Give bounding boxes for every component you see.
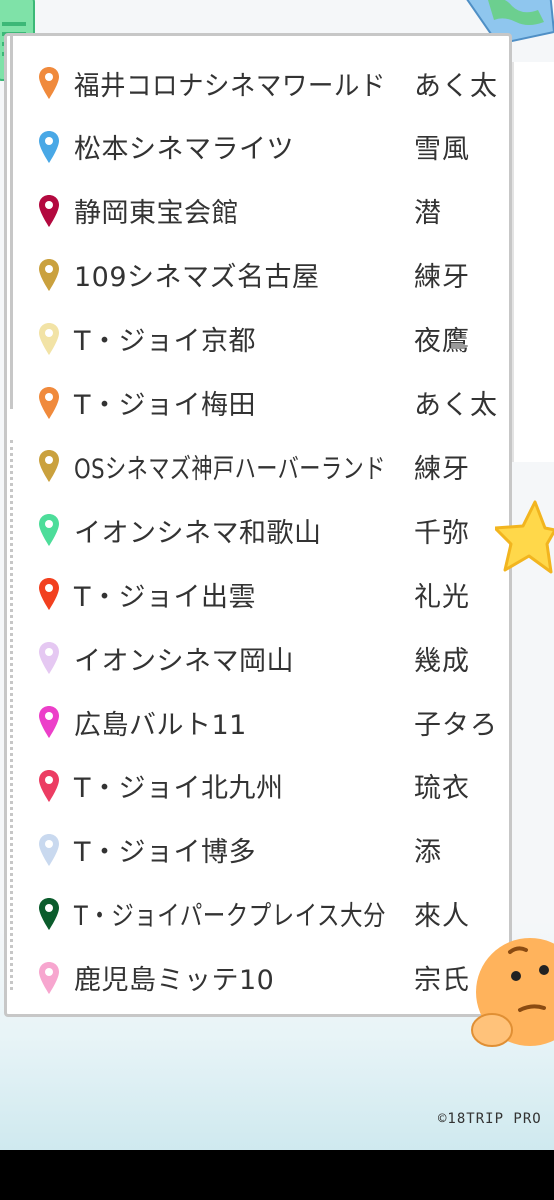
cast-name: 潜 bbox=[414, 198, 442, 230]
map-pin-icon bbox=[39, 961, 59, 994]
theater-name: 広島バルト11 bbox=[74, 709, 247, 741]
map-pin-icon bbox=[39, 642, 59, 675]
theater-name: OSシネマズ神戸ハーバーランド bbox=[74, 453, 386, 485]
list-item: T・ジョイ北九州 琉衣 bbox=[38, 766, 498, 806]
theater-name: T・ジョイパークプレイス大分 bbox=[74, 901, 386, 933]
list-item: イオンシネマ岡山 幾成 bbox=[38, 638, 498, 678]
list-item: 鹿児島ミッテ10 宗氏 bbox=[38, 958, 498, 998]
map-pin-icon bbox=[39, 769, 59, 802]
map-pin-icon bbox=[39, 514, 59, 547]
cast-name: 來人 bbox=[414, 901, 470, 933]
cast-name: あく太 bbox=[414, 390, 498, 421]
list-item: T・ジョイ出雲 礼光 bbox=[38, 574, 498, 614]
map-pin-icon bbox=[39, 322, 59, 355]
theater-name: T・ジョイ北九州 bbox=[74, 773, 284, 805]
theater-name: T・ジョイ博多 bbox=[74, 837, 256, 869]
map-pin-icon bbox=[39, 258, 59, 291]
cast-name: 添 bbox=[414, 837, 442, 869]
bottom-bar bbox=[0, 1150, 554, 1200]
cast-name: 琉衣 bbox=[414, 773, 470, 805]
map-pin-icon bbox=[39, 833, 59, 866]
theater-name: 109シネマズ名古屋 bbox=[74, 262, 320, 294]
list-item: イオンシネマ和歌山 千弥 bbox=[38, 510, 498, 550]
cast-name: 礼光 bbox=[414, 581, 470, 613]
list-item: 松本シネマライツ 雪風 bbox=[38, 127, 498, 167]
list-item: 静岡東宝会館 潜 bbox=[38, 191, 498, 231]
cast-name: 千弥 bbox=[414, 517, 470, 549]
cast-name: 練牙 bbox=[414, 262, 470, 294]
list-item: 福井コロナシネマワールド あく太 bbox=[38, 63, 498, 103]
theater-name: T・ジョイ梅田 bbox=[74, 390, 256, 421]
theater-name: イオンシネマ岡山 bbox=[74, 645, 294, 677]
map-pin-icon bbox=[39, 450, 59, 483]
divider-line bbox=[10, 33, 13, 409]
cast-name: 雪風 bbox=[414, 134, 470, 166]
cast-name: 宗氏 bbox=[414, 965, 470, 997]
list-item: 広島バルト11 子タろ bbox=[38, 702, 498, 742]
list-item: T・ジョイパークプレイス大分 來人 bbox=[38, 894, 498, 934]
map-pin-icon bbox=[39, 897, 59, 930]
list-item: T・ジョイ京都 夜鷹 bbox=[38, 319, 498, 359]
map-pin-icon bbox=[39, 706, 59, 738]
theater-name: 松本シネマライツ bbox=[74, 134, 294, 166]
cast-name: 幾成 bbox=[414, 645, 470, 677]
theater-name: 鹿児島ミッテ10 bbox=[74, 965, 275, 997]
screen: 福井コロナシネマワールド あく太 松本シネマライツ 雪風 静岡東宝会館潜 109シネマズ名… bbox=[0, 0, 554, 1150]
map-pin-icon bbox=[39, 194, 59, 227]
list-item: T・ジョイ梅田 あく太 bbox=[38, 383, 498, 423]
theater-name: 福井コロナシネマワールド bbox=[74, 70, 386, 102]
map-pin-icon bbox=[39, 67, 59, 99]
list-item: T・ジョイ博多 添 bbox=[38, 830, 498, 870]
star-icon bbox=[495, 500, 554, 574]
copyright-text: ©18TRIP PRO bbox=[438, 1111, 542, 1127]
list-item: 109シネマズ名古屋 練牙 bbox=[38, 255, 498, 295]
dotted-divider bbox=[10, 440, 13, 990]
cast-name: 練牙 bbox=[414, 453, 470, 485]
theater-name: T・ジョイ出雲 bbox=[74, 581, 256, 613]
map-pin-icon bbox=[39, 130, 59, 163]
list-item: OSシネマズ神戸ハーバーランド 練牙 bbox=[38, 446, 498, 486]
theater-name: T・ジョイ京都 bbox=[74, 326, 256, 358]
cast-name: 子タろ bbox=[414, 709, 498, 741]
side-panel bbox=[512, 62, 554, 462]
theater-name: イオンシネマ和歌山 bbox=[74, 517, 322, 549]
thinking-face-icon bbox=[471, 938, 554, 1047]
cast-name: 夜鷹 bbox=[414, 326, 470, 358]
cast-name: あく太 bbox=[414, 70, 498, 102]
map-pin-icon bbox=[39, 578, 59, 611]
theater-name: 静岡東宝会館 bbox=[74, 198, 239, 230]
map-pin-icon bbox=[39, 386, 59, 419]
